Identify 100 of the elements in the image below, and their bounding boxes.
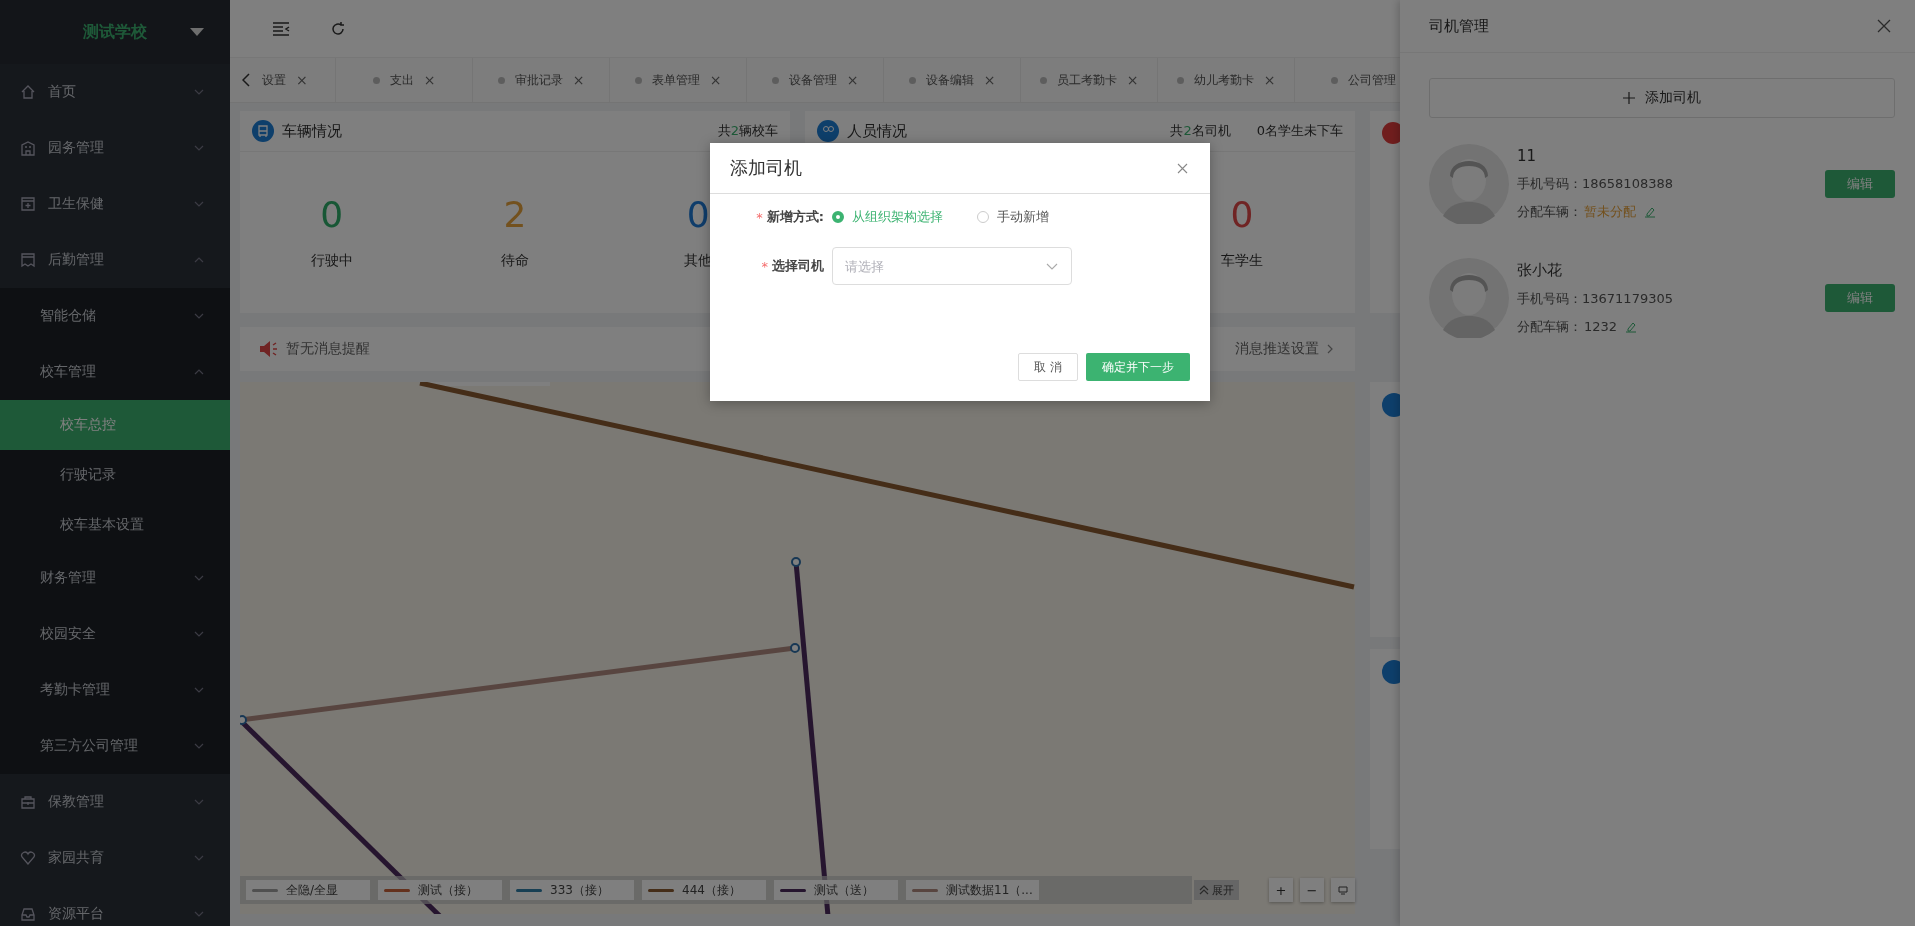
- tab-close[interactable]: ×: [846, 72, 859, 88]
- zoom-in-button[interactable]: +: [1269, 878, 1293, 902]
- submenu-item[interactable]: 考勤卡管理: [0, 662, 230, 718]
- tab-close[interactable]: ×: [572, 72, 585, 88]
- refresh-icon[interactable]: [330, 20, 346, 37]
- legend-item[interactable]: 测试数据11（...: [906, 880, 1039, 900]
- double-chevron-up-icon: [1199, 885, 1209, 895]
- tab-label[interactable]: 员工考勤卡: [1056, 71, 1117, 89]
- legend-item[interactable]: 测试（送）: [774, 880, 898, 900]
- close-icon[interactable]: [1177, 162, 1188, 174]
- menu-fold-icon[interactable]: [272, 21, 290, 36]
- tab-close[interactable]: ×: [983, 72, 996, 88]
- menu-item[interactable]: 保教管理: [0, 774, 230, 830]
- menu-item[interactable]: 家园共育: [0, 830, 230, 886]
- tab-label[interactable]: 设置: [262, 71, 286, 89]
- tab[interactable]: 支出 ×: [336, 58, 473, 102]
- tab[interactable]: 表单管理 ×: [610, 58, 747, 102]
- legend-item[interactable]: 444（接）: [642, 880, 766, 900]
- menu-item[interactable]: 资源平台: [0, 886, 230, 926]
- submenu-item[interactable]: 财务管理: [0, 550, 230, 606]
- submenu-item[interactable]: 校车管理: [0, 344, 230, 400]
- tab-close[interactable]: ×: [423, 72, 436, 88]
- tab-label[interactable]: 审批记录: [514, 71, 563, 89]
- tab-close[interactable]: ×: [1263, 72, 1276, 88]
- scroll-left-icon[interactable]: [242, 73, 250, 87]
- tab-label[interactable]: 设备管理: [788, 71, 837, 89]
- chevron-icon: [194, 369, 204, 375]
- tab[interactable]: 员工考勤卡 ×: [1021, 58, 1158, 102]
- legend-item[interactable]: 测试（接）: [378, 880, 502, 900]
- vehicle-value: 暂未分配: [1584, 203, 1636, 221]
- status-dot: [908, 76, 916, 84]
- menu-item[interactable]: 后勤管理: [0, 232, 230, 288]
- plus-icon: [1623, 92, 1635, 104]
- driver-select[interactable]: 请选择: [832, 247, 1072, 285]
- caret-icon[interactable]: [190, 28, 204, 36]
- radio-option[interactable]: 手动新增: [977, 208, 1049, 226]
- confirm-button[interactable]: 确定并下一步: [1086, 353, 1190, 381]
- status-dot: [634, 76, 642, 84]
- submenu-item[interactable]: 智能仓储: [0, 288, 230, 344]
- stat-value: 2: [503, 194, 527, 236]
- status-dot: [1330, 76, 1338, 84]
- edit-button[interactable]: 编辑: [1825, 284, 1895, 312]
- chevron-icon: [194, 743, 204, 749]
- chevron-down-icon[interactable]: [1046, 263, 1058, 270]
- vehicle-label: 分配车辆：: [1517, 317, 1582, 336]
- tab-close[interactable]: ×: [1126, 72, 1139, 88]
- chevron-icon: [194, 631, 204, 637]
- stat-label: 行驶中: [310, 252, 353, 270]
- speaker-icon: [258, 340, 278, 358]
- vehicle-total: 共2辆校车: [717, 122, 778, 140]
- tab-close[interactable]: ×: [709, 72, 722, 88]
- add-driver-button[interactable]: 添加司机: [1429, 78, 1895, 118]
- stat-label: 车学生: [1221, 252, 1263, 270]
- cancel-button[interactable]: 取 消: [1018, 353, 1078, 381]
- pencil-icon[interactable]: [1644, 206, 1656, 218]
- submenu-item[interactable]: 校车总控: [0, 400, 230, 450]
- expand-button[interactable]: 展开: [1194, 880, 1239, 900]
- tab-label[interactable]: 表单管理: [651, 71, 700, 89]
- book-icon: [20, 252, 36, 268]
- submenu-item[interactable]: 校车基本设置: [0, 500, 230, 550]
- dialog-title: 添加司机: [730, 156, 802, 180]
- radio-option[interactable]: 从组织架构选择: [832, 208, 943, 226]
- menu-item[interactable]: 卫生保健: [0, 176, 230, 232]
- field-label: 新增方式:: [766, 208, 824, 226]
- avatar-icon: [1429, 144, 1509, 224]
- status-dot: [1039, 76, 1047, 84]
- tab-label[interactable]: 支出: [389, 71, 414, 89]
- driver-name: 11: [1517, 147, 1538, 165]
- card-title: 车辆情况: [282, 121, 343, 141]
- close-icon[interactable]: [1877, 19, 1891, 33]
- home-icon: [20, 84, 36, 100]
- submenu-item[interactable]: 校园安全: [0, 606, 230, 662]
- tab-label[interactable]: 幼儿考勤卡: [1193, 71, 1254, 89]
- tab[interactable]: 幼儿考勤卡 ×: [1158, 58, 1295, 102]
- fullscreen-button[interactable]: [1331, 878, 1355, 902]
- tab-label[interactable]: 公司管理: [1347, 71, 1396, 89]
- vehicle-label: 分配车辆：: [1517, 203, 1582, 221]
- tab[interactable]: 设备管理 ×: [747, 58, 884, 102]
- pencil-icon[interactable]: [1625, 320, 1638, 333]
- card-title: 人员情况: [847, 121, 908, 141]
- zoom-out-button[interactable]: −: [1300, 878, 1324, 902]
- submenu-item[interactable]: 第三方公司管理: [0, 718, 230, 774]
- chevron-icon: [194, 257, 204, 263]
- field-label: 选择司机: [772, 257, 824, 275]
- edit-button[interactable]: 编辑: [1825, 170, 1895, 198]
- tab-close[interactable]: ×: [296, 72, 308, 88]
- status-dot: [497, 76, 505, 84]
- legend-item[interactable]: 全隐/全显: [246, 880, 370, 900]
- tab[interactable]: 设备编辑 ×: [884, 58, 1021, 102]
- students-count: 0名学生未下车: [1256, 122, 1343, 140]
- menu-item[interactable]: 园务管理: [0, 120, 230, 176]
- push-settings-link[interactable]: 消息推送设置: [1235, 340, 1319, 358]
- legend-item[interactable]: 333（接）: [510, 880, 634, 900]
- stat-value: 0: [686, 194, 710, 236]
- tab-label[interactable]: 设备编辑: [925, 71, 974, 89]
- tab[interactable]: 设置 ×: [260, 58, 336, 102]
- tab[interactable]: 审批记录 ×: [473, 58, 610, 102]
- chevron-right-icon[interactable]: [1327, 344, 1333, 354]
- submenu-item[interactable]: 行驶记录: [0, 450, 230, 500]
- menu-item[interactable]: 首页: [0, 64, 230, 120]
